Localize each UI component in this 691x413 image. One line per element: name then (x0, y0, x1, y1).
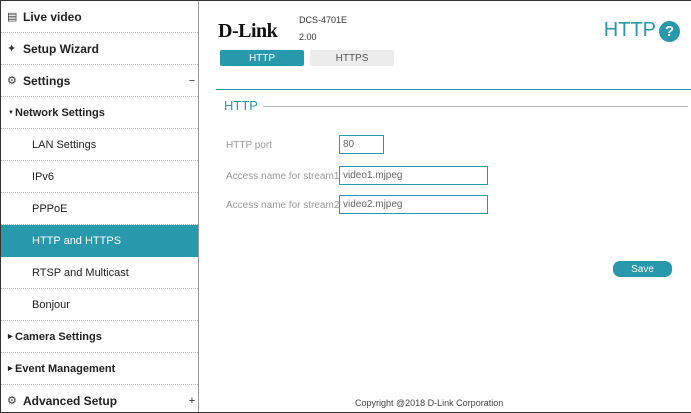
tab-http[interactable]: HTTP (220, 50, 304, 66)
sidebar-item-label: Settings (23, 73, 71, 88)
video-icon: ▤ (7, 11, 18, 23)
sidebar-item-live-video[interactable]: ▤ Live video (1, 1, 198, 33)
main-panel: D-Link DCS-4701E 2.00 HTTP ? HTTP HTTPS … (200, 1, 691, 412)
stream1-label: Access name for stream1 (226, 171, 340, 182)
caret-down-icon: ▼ (8, 109, 14, 116)
gear-icon: ⚙ (7, 75, 17, 87)
http-port-input[interactable] (339, 135, 384, 154)
sidebar-item-label: Camera Settings (15, 330, 102, 343)
copyright-text: Copyright @2018 D-Link Corporation (355, 398, 504, 408)
firmware-version: 2.00 (299, 32, 317, 42)
caret-right-icon: ▶ (8, 334, 13, 340)
stream2-input[interactable] (339, 195, 488, 214)
sidebar-item-pppoe[interactable]: PPPoE (1, 193, 198, 225)
wand-icon: ✦ (7, 43, 17, 55)
tab-https[interactable]: HTTPS (310, 50, 394, 66)
sidebar: ▤ Live video ✦ Setup Wizard ⚙ Settings −… (1, 1, 199, 412)
sidebar-item-label: Advanced Setup (23, 393, 118, 408)
sidebar-item-label: Live video (23, 9, 82, 24)
sidebar-item-bonjour[interactable]: Bonjour (1, 289, 198, 321)
expand-toggle[interactable]: + (186, 395, 198, 407)
sidebar-item-rtsp-and-multicast[interactable]: RTSP and Multicast (1, 257, 198, 289)
sidebar-item-setup-wizard[interactable]: ✦ Setup Wizard (1, 33, 198, 65)
sidebar-item-settings[interactable]: ⚙ Settings − (1, 65, 198, 97)
header-divider (216, 89, 691, 90)
collapse-toggle[interactable]: − (186, 75, 198, 87)
section-divider (263, 106, 688, 107)
stream2-label: Access name for stream2 (226, 200, 340, 211)
sidebar-item-http-and-https[interactable]: HTTP and HTTPS (1, 225, 198, 257)
page-title: HTTP (603, 19, 656, 41)
model-name: DCS-4701E (299, 15, 348, 25)
app-frame: ▤ Live video ✦ Setup Wizard ⚙ Settings −… (0, 0, 691, 413)
dlink-logo: D-Link (218, 20, 278, 42)
sidebar-item-lan-settings[interactable]: LAN Settings (1, 129, 198, 161)
sidebar-item-camera-settings[interactable]: ▶ Camera Settings (1, 321, 198, 353)
sidebar-item-label: Event Management (15, 362, 116, 375)
section-title: HTTP (224, 98, 258, 113)
sidebar-item-ipv6[interactable]: IPv6 (1, 161, 198, 193)
sidebar-item-event-management[interactable]: ▶ Event Management (1, 353, 198, 385)
http-port-label: HTTP port (226, 140, 272, 151)
sidebar-item-advanced-setup[interactable]: ⚙ Advanced Setup + (1, 385, 198, 412)
gears-icon: ⚙ (7, 395, 17, 407)
sidebar-item-label: Network Settings (15, 106, 105, 119)
stream1-input[interactable] (339, 166, 488, 185)
sidebar-item-network-settings[interactable]: ▼ Network Settings (1, 97, 198, 129)
help-icon[interactable]: ? (659, 21, 680, 42)
sidebar-item-label: Setup Wizard (23, 41, 99, 56)
save-button[interactable]: Save (613, 261, 672, 277)
caret-right-icon: ▶ (8, 366, 13, 372)
